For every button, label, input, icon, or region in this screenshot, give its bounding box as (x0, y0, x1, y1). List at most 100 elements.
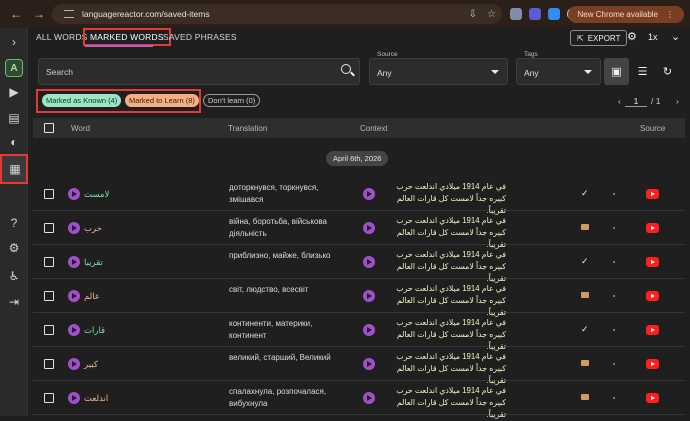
sidebar-item-saved-items[interactable]: ▦ (0, 154, 28, 184)
youtube-source-icon[interactable] (646, 359, 659, 369)
play-context-icon[interactable] (363, 222, 375, 234)
prev-page-icon[interactable]: ‹ (618, 96, 621, 106)
play-context-icon[interactable] (363, 358, 375, 370)
speed-button[interactable]: 1x (648, 32, 658, 42)
play-context-icon[interactable] (363, 256, 375, 268)
chip-dont-learn[interactable]: Don't learn (0) (203, 94, 261, 107)
chevron-down-icon[interactable]: ⌄ (671, 30, 680, 43)
search-input[interactable]: Search (38, 58, 360, 85)
expand-chevron-icon[interactable]: › (6, 34, 22, 50)
select-all-checkbox[interactable] (44, 123, 54, 133)
word-text[interactable]: عالم (84, 291, 100, 302)
word-text[interactable]: حرب (84, 223, 102, 234)
tags-select[interactable]: Tags Any (516, 51, 601, 85)
main-panel: ALL WORDS MARKED WORDS SAVED PHRASES ⇱ E… (28, 28, 690, 419)
youtube-source-icon[interactable] (646, 257, 659, 267)
youtube-source-icon[interactable] (646, 291, 659, 301)
word-text[interactable]: اندلعت (84, 393, 108, 404)
chip-marked-learn[interactable]: Marked to Learn (8) (125, 94, 199, 107)
extension-icon[interactable] (510, 8, 522, 20)
play-word-icon[interactable] (68, 222, 80, 234)
word-text[interactable]: قارات (84, 325, 105, 336)
table-row[interactable]: اندلعت спалахнула, розпочалася, вибухнула… (33, 381, 685, 419)
learn-book-icon[interactable] (581, 394, 589, 400)
play-context-icon[interactable] (363, 290, 375, 302)
word-text[interactable]: كبير (84, 359, 98, 370)
play-word-icon[interactable] (68, 324, 80, 336)
play-word-icon[interactable] (68, 188, 80, 200)
next-page-icon[interactable]: › (676, 96, 679, 106)
logout-icon[interactable]: ⇥ (6, 294, 22, 310)
extension-icon[interactable] (529, 8, 541, 20)
search-icon[interactable] (341, 64, 351, 74)
play-word-icon[interactable] (68, 392, 80, 404)
more-dot-icon[interactable] (613, 397, 615, 399)
play-context-icon[interactable] (363, 188, 375, 200)
play-icon[interactable]: ▶ (6, 84, 22, 100)
list-view-button[interactable]: ☰ (630, 58, 655, 85)
table-row[interactable]: كبير великий, старший, Великий في عام 1914… (33, 347, 685, 385)
known-check-icon[interactable]: ✓ (581, 324, 589, 335)
source-select[interactable]: Source Any (369, 51, 508, 85)
learn-book-icon[interactable] (581, 292, 589, 298)
row-checkbox[interactable] (44, 189, 54, 199)
youtube-source-icon[interactable] (646, 223, 659, 233)
play-word-icon[interactable] (68, 256, 80, 268)
export-button[interactable]: ⇱ EXPORT (570, 30, 628, 46)
chip-marked-known[interactable]: Marked as Known (4) (42, 94, 122, 107)
youtube-source-icon[interactable] (646, 393, 659, 403)
word-text[interactable]: لامست (84, 189, 109, 200)
row-checkbox[interactable] (44, 393, 54, 403)
row-checkbox[interactable] (44, 257, 54, 267)
history-button[interactable]: ↻ (655, 58, 680, 85)
play-word-icon[interactable] (68, 358, 80, 370)
help-icon[interactable]: ? (6, 215, 22, 231)
site-info-icon[interactable] (64, 10, 74, 18)
accessibility-icon[interactable]: ♿ (6, 268, 22, 284)
play-context-icon[interactable] (363, 324, 375, 336)
chrome-update-button[interactable]: New Chrome available ⋮ (567, 6, 684, 23)
more-dot-icon[interactable] (613, 261, 615, 263)
youtube-source-icon[interactable] (646, 189, 659, 199)
row-checkbox[interactable] (44, 223, 54, 233)
row-checkbox[interactable] (44, 291, 54, 301)
avatar[interactable]: A (5, 59, 23, 77)
address-bar[interactable]: languagereactor.com/saved-items ⇩ ☆ (52, 4, 502, 24)
row-checkbox[interactable] (44, 359, 54, 369)
back-icon[interactable]: ← (10, 7, 22, 21)
tab-all-words[interactable]: ALL WORDS (36, 32, 88, 42)
learn-book-icon[interactable] (581, 360, 589, 366)
table-row[interactable]: تقريبا приблизно, майже, близько في عام 19… (33, 245, 685, 283)
known-check-icon[interactable]: ✓ (581, 188, 589, 199)
word-text[interactable]: تقريبا (84, 257, 103, 268)
bookmark-icon[interactable]: ☆ (487, 9, 496, 20)
learn-book-icon[interactable] (581, 224, 589, 230)
row-checkbox[interactable] (44, 325, 54, 335)
more-dot-icon[interactable] (613, 227, 615, 229)
play-context-icon[interactable] (363, 392, 375, 404)
chat-icon[interactable]: ▤ (6, 110, 22, 126)
forward-icon[interactable]: → (33, 7, 45, 21)
table-row[interactable]: عالم світ, людство, всесвіт في عام 1914 مي… (33, 279, 685, 317)
known-check-icon[interactable]: ✓ (581, 256, 589, 267)
table-row[interactable]: حرب війна, боротьба, військова діяльність… (33, 211, 685, 249)
more-dot-icon[interactable] (613, 295, 615, 297)
youtube-source-icon[interactable] (646, 325, 659, 335)
more-dot-icon[interactable] (613, 193, 615, 195)
settings-icon[interactable]: ⚙ (6, 240, 22, 256)
table-row[interactable]: قارات континенти, материки, континент في ع… (33, 313, 685, 351)
translation-text: приблизно, майже, близько (229, 251, 331, 260)
play-word-icon[interactable] (68, 290, 80, 302)
table-row[interactable]: لامست доторкнувся, торкнувся, змішався في … (33, 177, 685, 215)
tab-marked-words[interactable]: MARKED WORDS (83, 28, 171, 46)
install-icon[interactable]: ⇩ (469, 9, 477, 20)
palette-icon[interactable]: ◐ (6, 134, 22, 150)
more-dot-icon[interactable] (613, 329, 615, 331)
tab-saved-phrases[interactable]: SAVED PHRASES (163, 32, 237, 42)
history-icon: ↻ (662, 66, 673, 78)
extension-icon[interactable] (548, 8, 560, 20)
calendar-view-button[interactable]: ▣ (604, 58, 629, 85)
settings-gear-icon[interactable]: ⚙ (627, 30, 637, 43)
page-number-input[interactable]: 1 (625, 96, 647, 107)
more-dot-icon[interactable] (613, 363, 615, 365)
